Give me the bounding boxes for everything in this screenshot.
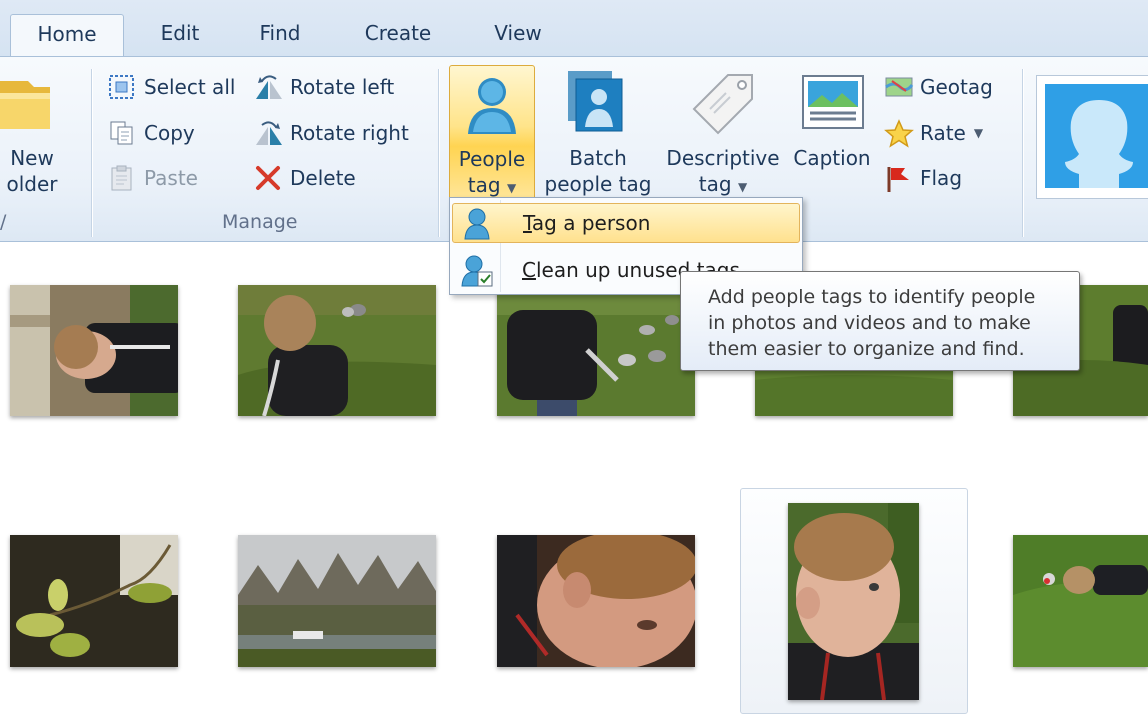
new-group-label: / <box>0 211 7 233</box>
batch-people-tag-label-1: Batch <box>569 146 627 170</box>
copy-label: Copy <box>144 121 195 145</box>
photo-thumbnail-selected[interactable] <box>788 503 919 700</box>
person-tag-icon <box>468 78 516 134</box>
tag-icon <box>692 74 753 135</box>
rotate-left-button[interactable]: Rotate left <box>254 69 394 105</box>
select-all-label: Select all <box>144 75 236 99</box>
copy-icon <box>108 119 136 147</box>
flag-label: Flag <box>920 166 963 190</box>
descriptive-tag-label-1: Descriptive <box>666 146 780 170</box>
photo-thumbnail[interactable] <box>1013 535 1148 667</box>
tooltip-line-3: them easier to organize and find. <box>708 338 1025 360</box>
rotate-right-icon <box>254 119 282 147</box>
star-icon <box>884 119 914 148</box>
delete-label: Delete <box>290 166 356 190</box>
account-picture[interactable] <box>1036 75 1148 199</box>
photo-image <box>238 535 436 667</box>
map-icon <box>884 73 914 101</box>
caption-button[interactable]: Caption <box>786 65 878 201</box>
tab-find[interactable]: Find <box>240 14 320 56</box>
photo-thumbnail[interactable] <box>10 535 178 667</box>
copy-button[interactable]: Copy <box>108 115 195 151</box>
tag-a-person-label: Tag a person <box>523 211 651 235</box>
folder-icon <box>0 81 50 129</box>
manage-group-label: Manage <box>222 211 298 233</box>
descriptive-tag-label-2: tag <box>698 172 732 196</box>
people-tag-label-2: tag <box>467 173 501 197</box>
user-avatar-icon <box>1045 84 1148 188</box>
select-all-icon <box>108 73 136 101</box>
tab-view[interactable]: View <box>478 14 558 56</box>
photo-thumbnail[interactable] <box>238 285 436 416</box>
new-folder-label-2: older <box>6 172 58 196</box>
tag-a-person-menu-item[interactable]: Tag a person <box>452 203 800 243</box>
batch-people-tag-label-2: people tag <box>544 172 652 196</box>
rate-button[interactable]: Rate ▼ <box>884 115 983 151</box>
paste-icon <box>108 164 136 192</box>
delete-x-icon <box>254 164 282 192</box>
geotag-button[interactable]: Geotag <box>884 69 993 105</box>
photo-thumbnail[interactable] <box>238 535 436 667</box>
paste-label: Paste <box>144 166 198 190</box>
photo-image <box>497 290 695 416</box>
people-tag-tooltip: Add people tags to identify people in ph… <box>680 271 1080 371</box>
batch-people-tag-button[interactable]: Batch people tag <box>540 65 656 201</box>
tab-home[interactable]: Home <box>10 14 124 58</box>
dropdown-arrow-icon: ▼ <box>506 181 517 195</box>
photo-image <box>238 285 436 416</box>
photo-image <box>1013 535 1148 667</box>
dropdown-arrow-icon: ▼ <box>737 180 748 194</box>
dropdown-arrow-icon: ▼ <box>973 126 984 140</box>
photo-thumbnail[interactable] <box>10 285 178 416</box>
rotate-left-icon <box>254 73 282 101</box>
select-all-button[interactable]: Select all <box>108 69 235 105</box>
rotate-right-button[interactable]: Rotate right <box>254 115 409 151</box>
flag-icon <box>884 164 912 192</box>
photo-thumbnail[interactable] <box>497 535 695 667</box>
descriptive-tag-button[interactable]: Descriptive tag ▼ <box>662 65 784 201</box>
photo-thumbnail[interactable] <box>497 290 695 416</box>
photo-image <box>10 285 178 416</box>
separator <box>1022 69 1023 237</box>
people-tag-label-1: People <box>458 147 526 171</box>
people-tag-button[interactable]: People tag ▼ <box>449 65 535 201</box>
caption-label: Caption <box>793 146 871 170</box>
geotag-label: Geotag <box>920 75 993 99</box>
delete-button[interactable]: Delete <box>254 160 356 196</box>
tab-edit[interactable]: Edit <box>140 14 220 56</box>
caption-icon <box>802 75 864 129</box>
batch-person-icon <box>568 71 623 132</box>
person-check-icon <box>452 252 500 288</box>
paste-button[interactable]: Paste <box>108 160 198 196</box>
new-folder-button[interactable]: New older <box>0 57 80 207</box>
tab-create[interactable]: Create <box>350 14 446 56</box>
rate-label: Rate <box>920 121 966 145</box>
new-folder-label-1: New <box>10 146 54 170</box>
photo-image <box>497 535 695 667</box>
rotate-left-label: Rotate left <box>290 75 395 99</box>
person-icon <box>453 205 501 241</box>
tooltip-line-2: in photos and videos and to make <box>708 312 1031 334</box>
separator <box>438 69 439 237</box>
rotate-right-label: Rotate right <box>290 121 409 145</box>
photo-image <box>10 535 178 667</box>
tooltip-line-1: Add people tags to identify people <box>708 286 1036 308</box>
ribbon-tab-strip: Home Edit Find Create View <box>0 0 1148 58</box>
flag-button[interactable]: Flag <box>884 160 962 196</box>
separator <box>91 69 92 237</box>
photo-image <box>788 503 919 700</box>
